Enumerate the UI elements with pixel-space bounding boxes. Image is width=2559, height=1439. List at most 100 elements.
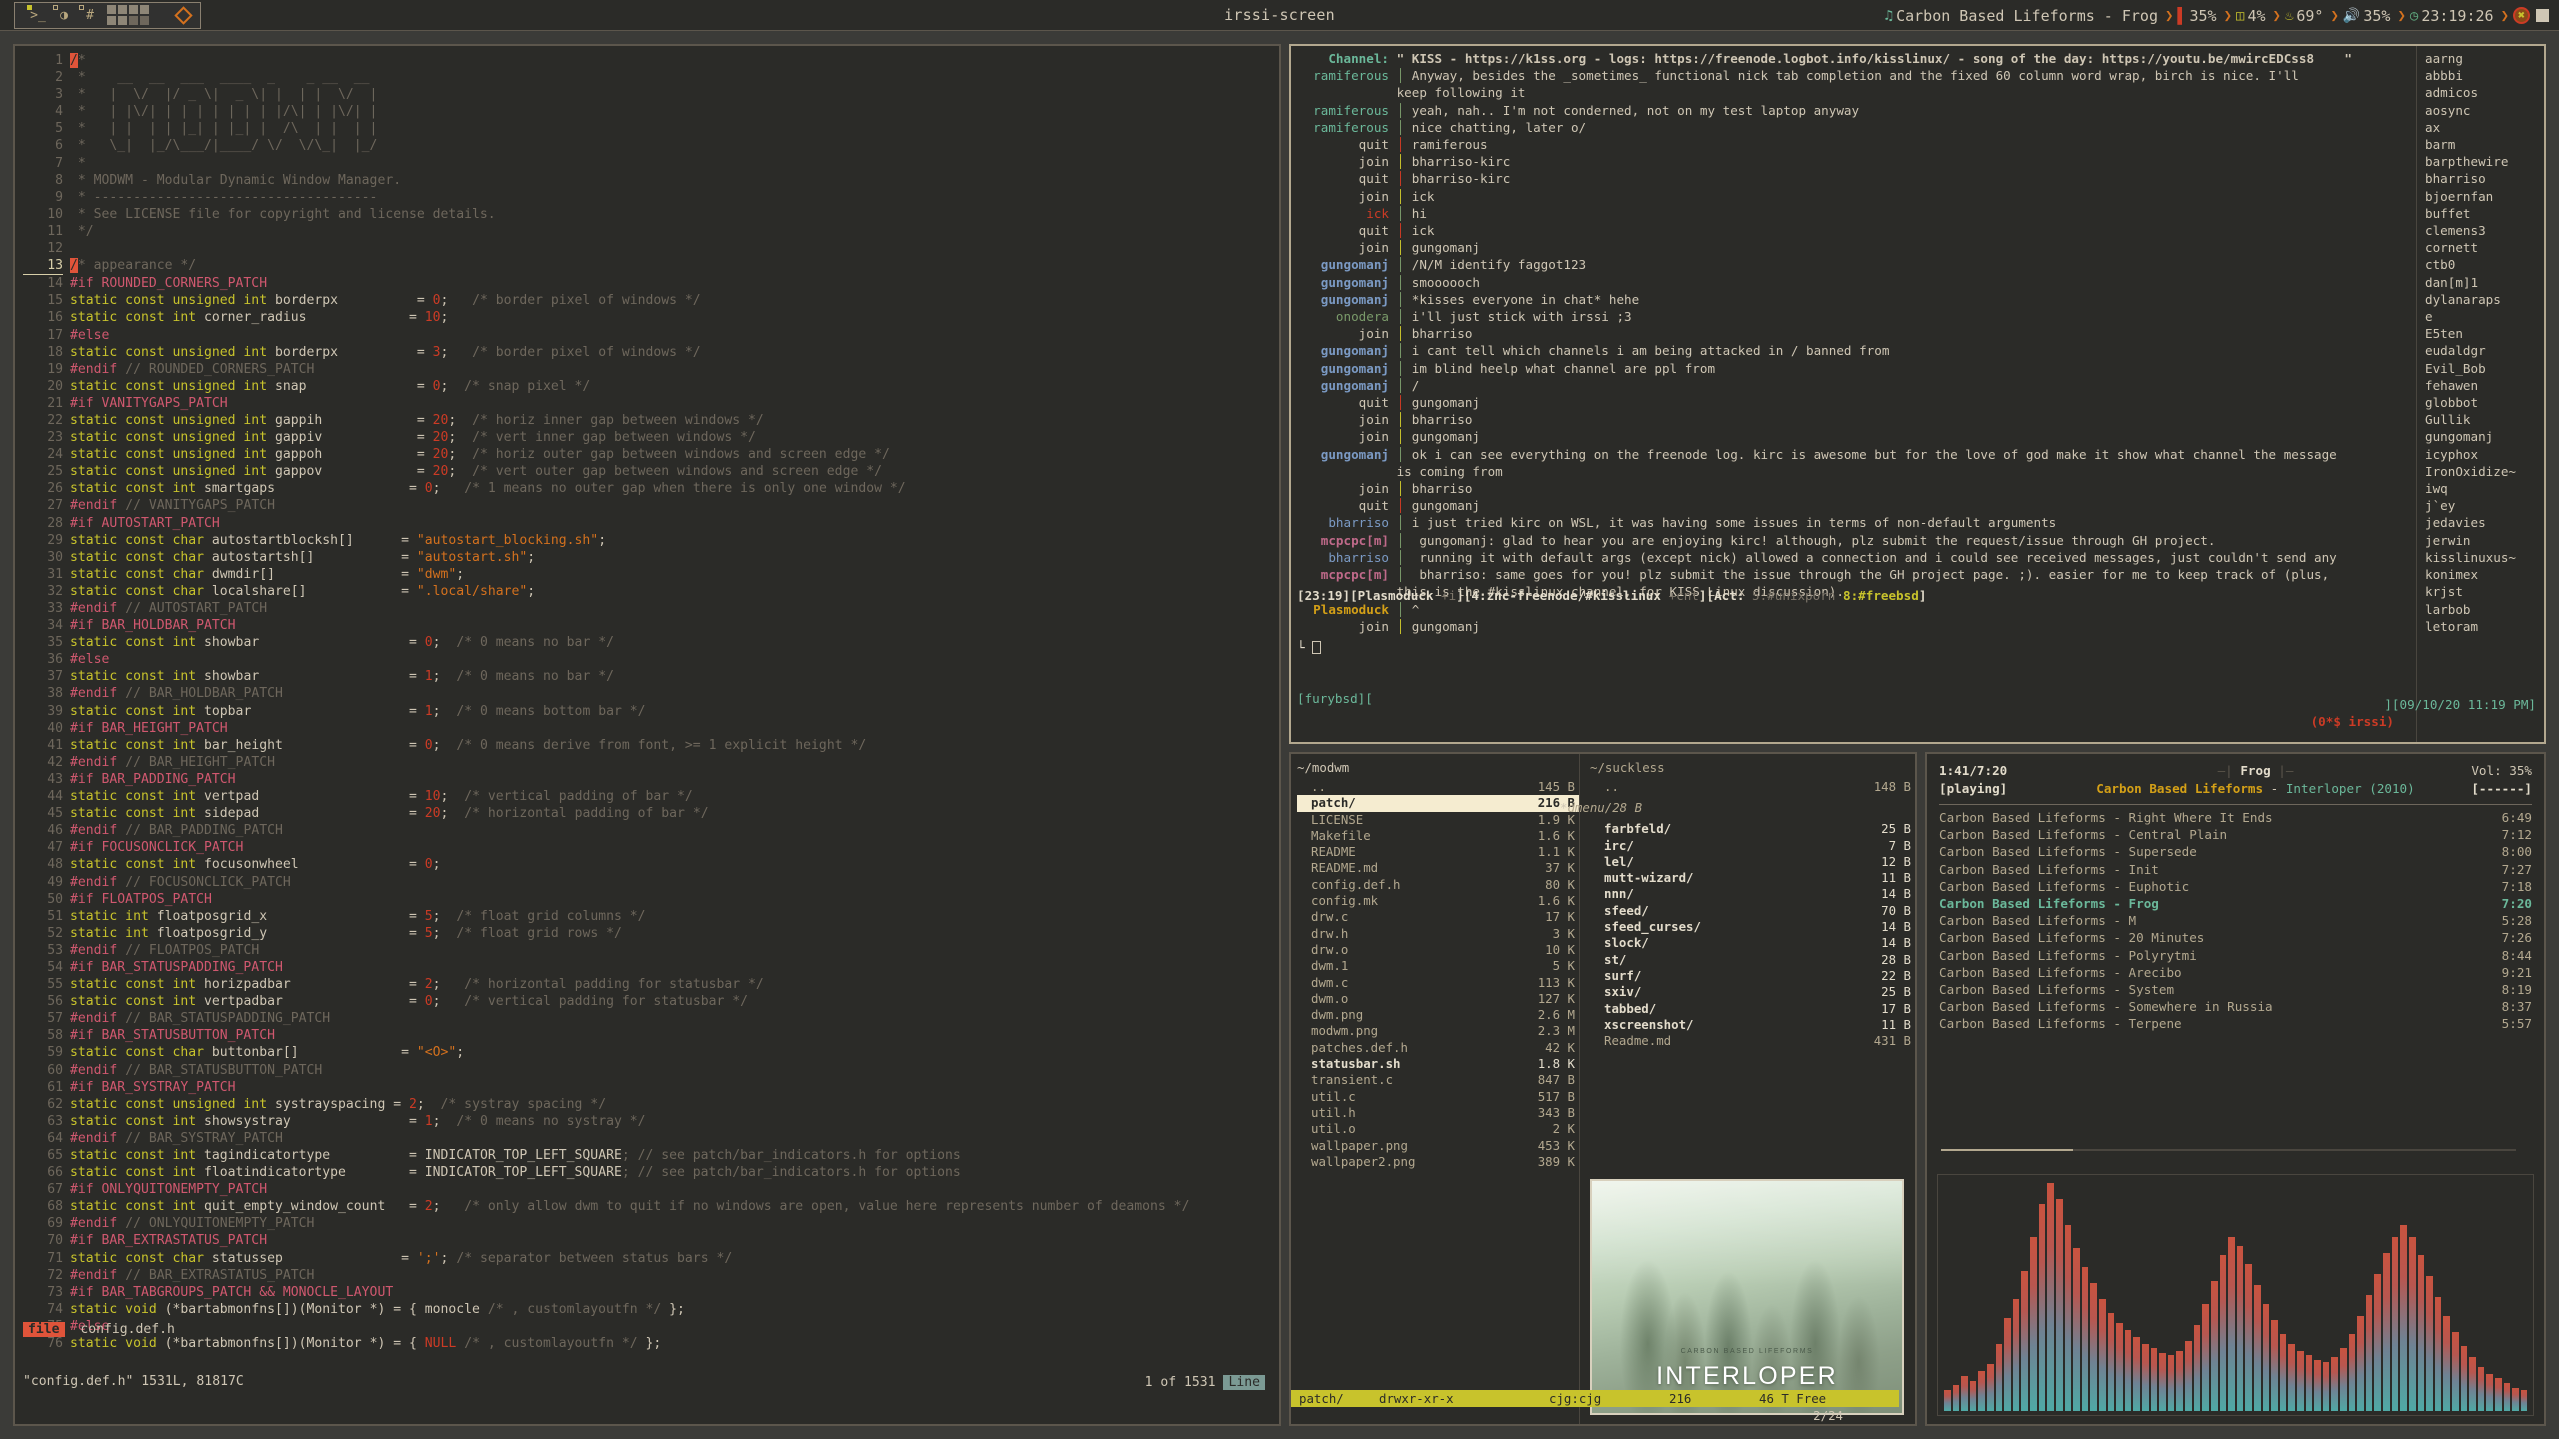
irc-nick-item[interactable]: barm bbox=[2425, 136, 2544, 153]
square-icon[interactable] bbox=[2536, 9, 2549, 22]
file-list-right[interactable]: .. 148 B * dmenu/28 Bfarbfeld/25 Birc/7 Ble… bbox=[1560, 779, 1915, 1049]
file-row[interactable]: farbfeld/25 B bbox=[1590, 821, 1915, 837]
code-line[interactable]: 12 bbox=[23, 240, 1279, 257]
irc-nick-item[interactable]: clemens3 bbox=[2425, 222, 2544, 239]
code-line[interactable]: 59 static const char buttonbar[] = "<O>"; bbox=[23, 1044, 1279, 1061]
irc-input-row[interactable]: └ bbox=[1297, 639, 2416, 656]
file-row[interactable]: transient.c 847 B bbox=[1297, 1072, 1579, 1088]
file-row[interactable]: drw.c 17 K bbox=[1297, 909, 1579, 925]
file-row[interactable]: wallpaper.png 453 K bbox=[1297, 1138, 1579, 1154]
code-line[interactable]: 63 static const int showsystray = 1; /* 0… bbox=[23, 1113, 1279, 1130]
diamond-layout-icon[interactable] bbox=[174, 5, 193, 25]
irc-nick-item[interactable]: bjoernfan bbox=[2425, 188, 2544, 205]
file-manager-viewport[interactable]: ~/modwm .. 145 Bpatch/216 B LICENSE 1.9 K Ma… bbox=[1291, 754, 1915, 1424]
code-line[interactable]: 52 static int floatposgrid_y = 5; /* floa… bbox=[23, 925, 1279, 942]
code-line[interactable]: 58 #if BAR_STATUSBUTTON_PATCH bbox=[23, 1027, 1279, 1044]
code-line[interactable]: 64 #endif // BAR_SYSTRAY_PATCH bbox=[23, 1130, 1279, 1147]
irc-nick-item[interactable]: fehawen bbox=[2425, 377, 2544, 394]
file-row[interactable]: nnn/14 B bbox=[1590, 886, 1915, 902]
code-line[interactable]: 53 #endif // FLOATPOS_PATCH bbox=[23, 942, 1279, 959]
irc-nick-item[interactable]: cornett bbox=[2425, 239, 2544, 256]
code-line[interactable]: 46 #endif // BAR_PADDING_PATCH bbox=[23, 822, 1279, 839]
irc-nick-item[interactable]: Evil_Bob bbox=[2425, 360, 2544, 377]
irc-nick-item[interactable]: abbbi bbox=[2425, 67, 2544, 84]
code-line[interactable]: 57 #endif // BAR_STATUSPADDING_PATCH bbox=[23, 1010, 1279, 1027]
code-line[interactable]: 40 #if BAR_HEIGHT_PATCH bbox=[23, 720, 1279, 737]
irc-nick-item[interactable]: aarng bbox=[2425, 50, 2544, 67]
file-row[interactable]: dwm.o 127 K bbox=[1297, 991, 1579, 1007]
playlist-row[interactable]: Carbon Based Lifeforms - Frog 7:20 bbox=[1939, 895, 2532, 912]
code-line[interactable]: 38 #endif // BAR_HOLDBAR_PATCH bbox=[23, 685, 1279, 702]
file-manager-window[interactable]: ~/modwm .. 145 Bpatch/216 B LICENSE 1.9 K Ma… bbox=[1289, 752, 1917, 1426]
irc-nick-item[interactable]: buffet bbox=[2425, 205, 2544, 222]
irc-nick-item[interactable]: aosync bbox=[2425, 102, 2544, 119]
file-row[interactable]: dwm.1 5 K bbox=[1297, 958, 1579, 974]
file-list-left[interactable]: .. 145 Bpatch/216 B LICENSE 1.9 K Makefile 1.… bbox=[1297, 779, 1579, 1170]
file-row[interactable]: util.o 2 K bbox=[1297, 1121, 1579, 1137]
code-line[interactable]: 47 #if FOCUSONCLICK_PATCH bbox=[23, 839, 1279, 856]
code-line[interactable]: 1 /* bbox=[23, 52, 1279, 69]
code-line[interactable]: 31 static const char dwmdir[] = "dwm"; bbox=[23, 566, 1279, 583]
code-line[interactable]: 41 static const int bar_height = 0; /* 0 … bbox=[23, 737, 1279, 754]
code-line[interactable]: 2 * __ __ ___ ____ _ _ __ __ bbox=[23, 69, 1279, 86]
code-line[interactable]: 49 #endif // FOCUSONCLICK_PATCH bbox=[23, 874, 1279, 891]
file-row[interactable]: config.mk 1.6 K bbox=[1297, 893, 1579, 909]
irc-nick-item[interactable]: Gullik bbox=[2425, 411, 2544, 428]
irc-nick-item[interactable]: bharriso bbox=[2425, 170, 2544, 187]
file-row[interactable]: sfeed/70 B bbox=[1590, 903, 1915, 919]
file-row[interactable]: README 1.1 K bbox=[1297, 844, 1579, 860]
irc-nick-item[interactable]: konimex bbox=[2425, 566, 2544, 583]
code-line[interactable]: 69 #endif // ONLYQUITONEMPTY_PATCH bbox=[23, 1215, 1279, 1232]
code-line[interactable]: 16 static const int corner_radius = 10; bbox=[23, 309, 1279, 326]
file-row[interactable]: dwm.png 2.6 M bbox=[1297, 1007, 1579, 1023]
file-row[interactable]: st/28 B bbox=[1590, 952, 1915, 968]
editor-viewport[interactable]: 1/* 2 * __ __ ___ ____ _ _ __ __ 3 * | \/ … bbox=[15, 46, 1279, 1424]
code-line[interactable]: 72 #endif // BAR_EXTRASTATUS_PATCH bbox=[23, 1267, 1279, 1284]
code-line[interactable]: 6 * \_| |_/\___/|____/ \/ \/\_| |_/ bbox=[23, 137, 1279, 154]
tag-list[interactable]: >_ ◑ # bbox=[14, 1, 201, 29]
code-line[interactable]: 67 #if ONLYQUITONEMPTY_PATCH bbox=[23, 1181, 1279, 1198]
code-line[interactable]: 45 static const int sidepad = 20; /* hori… bbox=[23, 805, 1279, 822]
playlist[interactable]: Carbon Based Lifeforms - Right Where It … bbox=[1927, 809, 2544, 1033]
file-row[interactable]: * dmenu/28 B bbox=[1560, 795, 1642, 821]
code-line[interactable]: 5 * | | | | |_| | |_| | /\ | | | | bbox=[23, 120, 1279, 137]
playlist-row[interactable]: Carbon Based Lifeforms - M 5:28 bbox=[1939, 912, 2532, 929]
code-line[interactable]: 55 static const int horizpadbar = 2; /* h… bbox=[23, 976, 1279, 993]
playlist-row[interactable]: Carbon Based Lifeforms - Central Plain 7:… bbox=[1939, 826, 2532, 843]
irc-input-cursor[interactable] bbox=[1312, 640, 1322, 654]
file-row[interactable]: drw.o 10 K bbox=[1297, 942, 1579, 958]
code-line[interactable]: 30 static const char autostartsh[] = "aut… bbox=[23, 549, 1279, 566]
playlist-row[interactable]: Carbon Based Lifeforms - Polyrytmi 8:44 bbox=[1939, 947, 2532, 964]
code-line[interactable]: 29 static const char autostartblocksh[] =… bbox=[23, 532, 1279, 549]
code-line[interactable]: 20 static const unsigned int snap = 0; /*… bbox=[23, 378, 1279, 395]
code-line[interactable]: 3 * | \/ |/ _ \| _ \| | | | \/ | bbox=[23, 86, 1279, 103]
code-line[interactable]: 21 #if VANITYGAPS_PATCH bbox=[23, 395, 1279, 412]
code-line[interactable]: 8 * MODWM - Modular Dynamic Window Manag… bbox=[23, 172, 1279, 189]
irc-nick-item[interactable]: gungomanj bbox=[2425, 428, 2544, 445]
code-line[interactable]: 60 #endif // BAR_STATUSBUTTON_PATCH bbox=[23, 1062, 1279, 1079]
playlist-row[interactable]: Carbon Based Lifeforms - Somewhere in Ru… bbox=[1939, 998, 2532, 1015]
irc-nick-item[interactable]: e bbox=[2425, 308, 2544, 325]
code-line[interactable]: 56 static const int vertpadbar = 0; /* ve… bbox=[23, 993, 1279, 1010]
code-line[interactable]: 39 static const int topbar = 1; /* 0 mean… bbox=[23, 703, 1279, 720]
irc-nick-item[interactable]: E5ten bbox=[2425, 325, 2544, 342]
code-line[interactable]: 23 static const unsigned int gappiv = 20;… bbox=[23, 429, 1279, 446]
irc-nick-item[interactable]: admicos bbox=[2425, 84, 2544, 101]
file-row[interactable]: statusbar.sh 1.8 K bbox=[1297, 1056, 1579, 1072]
irc-nick-item[interactable]: jedavies bbox=[2425, 514, 2544, 531]
code-line[interactable]: 34 #if BAR_HOLDBAR_PATCH bbox=[23, 617, 1279, 634]
code-line[interactable]: 62 static const unsigned int systrayspaci… bbox=[23, 1096, 1279, 1113]
code-line[interactable]: 43 #if BAR_PADDING_PATCH bbox=[23, 771, 1279, 788]
irc-nick-item[interactable]: kisslinuxus~ bbox=[2425, 549, 2544, 566]
tag-terminal[interactable]: >_ bbox=[25, 2, 51, 28]
code-line[interactable]: 32 static const char localshare[] = ".loc… bbox=[23, 583, 1279, 600]
code-line[interactable]: 50 #if FLOATPOS_PATCH bbox=[23, 891, 1279, 908]
tag-chat[interactable]: # bbox=[77, 2, 103, 28]
code-line[interactable]: 7 * bbox=[23, 155, 1279, 172]
playlist-row[interactable]: Carbon Based Lifeforms - System 8:19 bbox=[1939, 981, 2532, 998]
code-line[interactable]: 66 static const int floatindicatortype = … bbox=[23, 1164, 1279, 1181]
music-player-viewport[interactable]: 1:41/7:20 —| Frog |— Vol: 35% [playing] … bbox=[1927, 754, 2544, 1424]
code-line[interactable]: 13 /* appearance */ bbox=[23, 257, 1279, 276]
irc-nick-item[interactable]: dan[m]1 bbox=[2425, 274, 2544, 291]
file-row[interactable]: modwm.png 2.3 M bbox=[1297, 1023, 1579, 1039]
